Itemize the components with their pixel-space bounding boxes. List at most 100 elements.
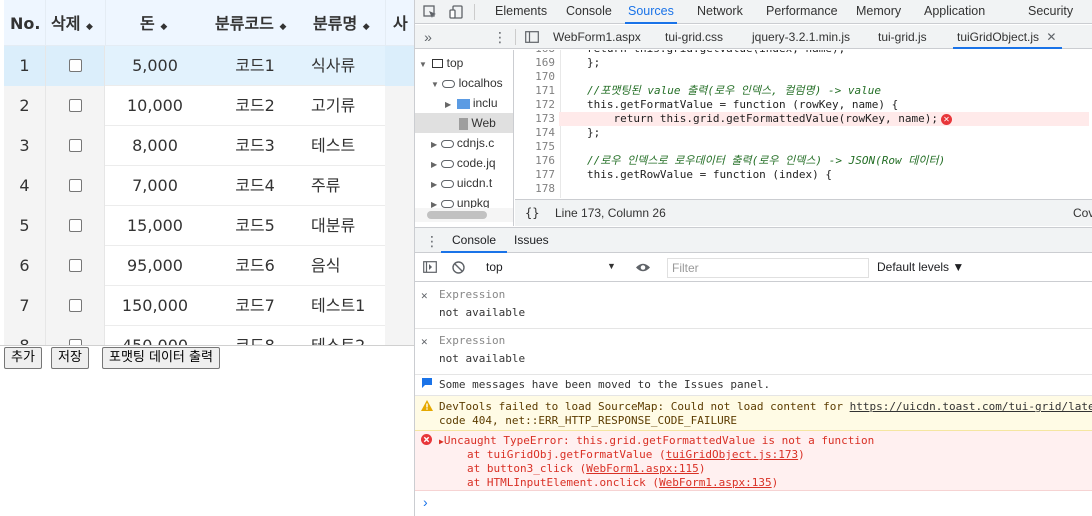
header-code[interactable]: 분류코드 ◆ xyxy=(215,0,286,46)
table-row[interactable]: 5 15,000 코드5 대분류 xyxy=(4,206,414,246)
name-cell[interactable]: 테스트 xyxy=(311,126,391,166)
tab-sources[interactable]: Sources xyxy=(625,0,677,24)
code-line[interactable]: return this.grid.getFormattedValue(rowKe… xyxy=(559,112,1089,126)
delete-cell[interactable] xyxy=(45,46,105,86)
file-tab-tui-grid-js[interactable]: tui-grid.js xyxy=(878,25,927,49)
file-tab-jquery[interactable]: jquery-3.2.1.min.js xyxy=(752,25,850,49)
extra-cell[interactable] xyxy=(385,326,414,345)
code-cell[interactable]: 코드1 xyxy=(205,46,305,86)
table-row[interactable]: 6 95,000 코드6 음식 xyxy=(4,246,414,286)
code-line[interactable]: this.getFormatValue = function (rowKey, … xyxy=(587,98,898,112)
line-number[interactable]: 177 xyxy=(515,168,555,182)
table-row[interactable]: 3 8,000 코드3 테스트 xyxy=(4,126,414,166)
console-prompt[interactable]: › xyxy=(423,494,428,510)
navigator-scrollbar[interactable] xyxy=(415,208,513,222)
console-sidebar-icon[interactable] xyxy=(423,261,437,276)
money-cell[interactable]: 7,000 xyxy=(105,166,205,206)
toggle-sidebar-icon[interactable] xyxy=(519,25,545,49)
extra-cell[interactable] xyxy=(385,46,414,86)
money-cell[interactable]: 8,000 xyxy=(105,126,205,166)
delete-checkbox[interactable] xyxy=(69,259,82,272)
table-row[interactable]: 4 7,000 코드4 주류 xyxy=(4,166,414,206)
delete-checkbox[interactable] xyxy=(69,59,82,72)
nav-item-top[interactable]: ▼ top xyxy=(419,53,463,73)
line-number[interactable]: 174 xyxy=(515,126,555,140)
code-line[interactable]: }; xyxy=(587,56,600,70)
delete-cell[interactable] xyxy=(45,206,105,246)
log-levels-dropdown[interactable]: Default levels ▼ xyxy=(877,260,964,274)
file-tab-tuigridobject[interactable]: tuiGridObject.js ✕ xyxy=(953,25,1063,49)
tab-performance[interactable]: Performance xyxy=(766,0,838,24)
money-cell[interactable]: 10,000 xyxy=(105,86,205,126)
tab-memory[interactable]: Memory xyxy=(856,0,901,24)
code-editor[interactable]: 168return this.grid.getValue(index, name… xyxy=(515,50,1092,198)
more-tools-icon[interactable]: ⋮ xyxy=(425,228,439,254)
line-number[interactable]: 175 xyxy=(515,140,555,154)
money-cell[interactable]: 15,000 xyxy=(105,206,205,246)
code-cell[interactable]: 코드5 xyxy=(205,206,305,246)
header-name[interactable]: 분류명 ◆ xyxy=(313,0,370,46)
code-line[interactable]: this.getRowValue = function (index) { xyxy=(587,168,832,182)
line-number[interactable]: 176 xyxy=(515,154,555,168)
code-cell[interactable]: 코드3 xyxy=(205,126,305,166)
nav-item-uicdn[interactable]: ▶ uicdn.t xyxy=(431,173,492,193)
tab-console[interactable]: Console xyxy=(566,0,612,24)
extra-cell[interactable] xyxy=(385,126,414,166)
delete-cell[interactable] xyxy=(45,86,105,126)
money-cell[interactable]: 150,000 xyxy=(105,286,205,326)
delete-checkbox[interactable] xyxy=(69,219,82,232)
remove-expression-icon[interactable]: ✕ xyxy=(421,289,428,303)
expression-label[interactable]: Expression xyxy=(439,334,505,348)
code-line[interactable]: //포맷팅된 value 출력(로우 인덱스, 컬럼명) -> value xyxy=(587,84,881,98)
delete-checkbox[interactable] xyxy=(69,179,82,192)
code-line[interactable]: }; xyxy=(587,126,600,140)
code-cell[interactable]: 코드4 xyxy=(205,166,305,206)
line-number[interactable]: 172 xyxy=(515,98,555,112)
money-cell[interactable]: 450,000 xyxy=(105,326,205,345)
code-cell[interactable]: 코드2 xyxy=(205,86,305,126)
nav-item-webform[interactable]: Web xyxy=(415,113,513,133)
add-button[interactable]: 추가 xyxy=(4,347,42,369)
name-cell[interactable]: 식사류 xyxy=(311,46,391,86)
context-select[interactable]: top xyxy=(486,260,503,274)
delete-cell[interactable] xyxy=(45,126,105,166)
context-dropdown-icon[interactable]: ▼ xyxy=(607,261,616,271)
sourcemap-link[interactable]: https://uicdn.toast.com/tui-grid/late xyxy=(850,400,1092,413)
line-number[interactable]: 171 xyxy=(515,84,555,98)
drawer-tab-issues[interactable]: Issues xyxy=(514,228,549,253)
stack-frame-link[interactable]: WebForm1.aspx:115 xyxy=(586,462,699,475)
code-line[interactable]: //로우 인덱스로 로우데이터 출력(로우 인덱스) -> JSON(Row 데… xyxy=(587,154,945,168)
console-filter-input[interactable]: Filter xyxy=(667,258,869,278)
more-options-icon[interactable]: ⋮ xyxy=(487,25,513,49)
inspect-icon[interactable] xyxy=(417,0,443,24)
name-cell[interactable]: 고기류 xyxy=(311,86,391,126)
nav-item-include-folder[interactable]: ▶ inclu xyxy=(445,93,498,113)
code-cell[interactable]: 코드7 xyxy=(205,286,305,326)
line-number[interactable]: 173 xyxy=(515,112,555,126)
nav-item-cdnjs[interactable]: ▶ cdnjs.c xyxy=(431,133,494,153)
close-icon[interactable]: ✕ xyxy=(1046,30,1056,44)
file-tab-tui-grid-css[interactable]: tui-grid.css xyxy=(665,25,723,49)
delete-cell[interactable] xyxy=(45,246,105,286)
extra-cell[interactable] xyxy=(385,166,414,206)
delete-checkbox[interactable] xyxy=(69,139,82,152)
extra-cell[interactable] xyxy=(385,246,414,286)
name-cell[interactable]: 주류 xyxy=(311,166,391,206)
name-cell[interactable]: 음식 xyxy=(311,246,391,286)
remove-expression-icon[interactable]: ✕ xyxy=(421,335,428,349)
line-number[interactable]: 178 xyxy=(515,182,555,196)
delete-cell[interactable] xyxy=(45,286,105,326)
stack-frame-link[interactable]: tuiGridObject.js:173 xyxy=(666,448,798,461)
stack-frame-link[interactable]: WebForm1.aspx:135 xyxy=(659,476,772,489)
extra-cell[interactable] xyxy=(385,206,414,246)
tab-network[interactable]: Network xyxy=(697,0,743,24)
table-row[interactable]: 1 5,000 코드1 식사류 xyxy=(4,46,414,86)
delete-cell[interactable] xyxy=(45,166,105,206)
file-tab-webform1[interactable]: WebForm1.aspx xyxy=(553,25,641,49)
table-row[interactable]: 7 150,000 코드7 테스트1 xyxy=(4,286,414,326)
tab-security[interactable]: Security xyxy=(1028,0,1073,24)
save-button[interactable]: 저장 xyxy=(51,347,89,369)
nav-item-code-jquery[interactable]: ▶ code.jq xyxy=(431,153,496,173)
header-extra[interactable]: 사 xyxy=(393,0,408,46)
drawer-tab-console[interactable]: Console xyxy=(441,228,508,253)
